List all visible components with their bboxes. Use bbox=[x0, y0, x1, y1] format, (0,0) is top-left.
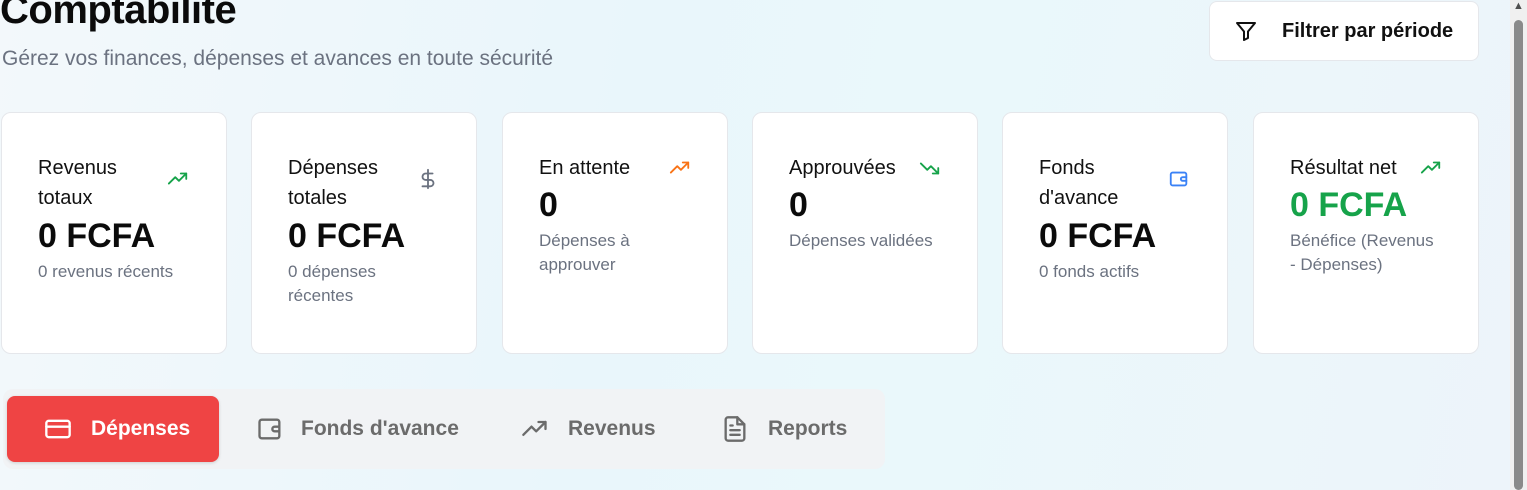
credit-card-icon bbox=[43, 414, 73, 444]
stat-card-approuvees: Approuvées 0 Dépenses validées bbox=[752, 112, 978, 354]
wallet-icon bbox=[255, 414, 285, 444]
card-value: 0 bbox=[539, 186, 558, 224]
stat-card-en-attente: En attente 0 Dépenses à approuver bbox=[502, 112, 728, 354]
filter-by-period-button[interactable]: Filtrer par période bbox=[1209, 1, 1479, 61]
card-description: 0 fonds actifs bbox=[1039, 262, 1140, 281]
stat-card-resultat-net: Résultat net 0 FCFA Bénéfice (Revenus - … bbox=[1253, 112, 1479, 354]
filter-button-label: Filtrer par période bbox=[1282, 19, 1454, 42]
card-title: Approuvées bbox=[789, 157, 896, 179]
page-subtitle: Gérez vos finances, dépenses et avances … bbox=[2, 47, 553, 70]
trending-down-icon bbox=[919, 156, 941, 180]
card-title: Fonds d'avance bbox=[1039, 157, 1119, 209]
card-value: 0 FCFA bbox=[288, 217, 406, 255]
stat-card-revenus-totaux: Revenus totaux 0 FCFA 0 revenus récents bbox=[1, 112, 227, 354]
card-value: 0 bbox=[789, 186, 808, 224]
card-description: Dépenses validées bbox=[789, 231, 933, 250]
tab-label: Fonds d'avance bbox=[301, 417, 459, 440]
card-description: 0 revenus récents bbox=[38, 262, 174, 281]
tab-label: Dépenses bbox=[91, 417, 191, 440]
card-title: En attente bbox=[539, 157, 631, 179]
filter-icon bbox=[1234, 19, 1258, 43]
accounting-tabs: Dépenses Fonds d'avance Revenus Reports bbox=[3, 389, 885, 469]
file-text-icon bbox=[720, 414, 750, 444]
card-value: 0 FCFA bbox=[1290, 186, 1408, 224]
card-description: Bénéfice (Revenus - Dépenses) bbox=[1290, 231, 1434, 274]
scrollbar-thumb[interactable] bbox=[1514, 20, 1523, 490]
wallet-icon bbox=[1167, 167, 1191, 191]
vertical-scrollbar[interactable]: ▲ bbox=[1510, 0, 1527, 490]
tab-label: Revenus bbox=[568, 417, 656, 440]
card-title: Dépenses totales bbox=[288, 157, 379, 209]
card-value: 0 FCFA bbox=[1039, 217, 1157, 255]
page-title: Comptabilité bbox=[0, 0, 237, 32]
card-title: Résultat net bbox=[1290, 157, 1397, 179]
tab-revenus[interactable]: Revenus bbox=[520, 396, 656, 462]
tab-label: Reports bbox=[768, 417, 848, 440]
dollar-icon bbox=[416, 167, 440, 191]
card-description: Dépenses à approuver bbox=[539, 231, 630, 274]
stat-card-depenses-totales: Dépenses totales 0 FCFA 0 dépenses récen… bbox=[251, 112, 477, 354]
card-description: 0 dépenses récentes bbox=[288, 262, 376, 305]
tab-fonds-avance[interactable]: Fonds d'avance bbox=[255, 396, 459, 462]
card-title: Revenus totaux bbox=[38, 157, 117, 209]
card-value: 0 FCFA bbox=[38, 217, 156, 255]
tab-reports[interactable]: Reports bbox=[720, 396, 847, 462]
tab-depenses[interactable]: Dépenses bbox=[7, 396, 219, 462]
trending-up-icon bbox=[1420, 156, 1442, 180]
trending-up-icon bbox=[669, 156, 691, 180]
scroll-up-icon[interactable]: ▲ bbox=[1513, 0, 1524, 12]
trending-up-icon bbox=[520, 414, 550, 444]
trending-up-icon bbox=[166, 167, 190, 191]
stat-card-fonds-avance: Fonds d'avance 0 FCFA 0 fonds actifs bbox=[1002, 112, 1228, 354]
